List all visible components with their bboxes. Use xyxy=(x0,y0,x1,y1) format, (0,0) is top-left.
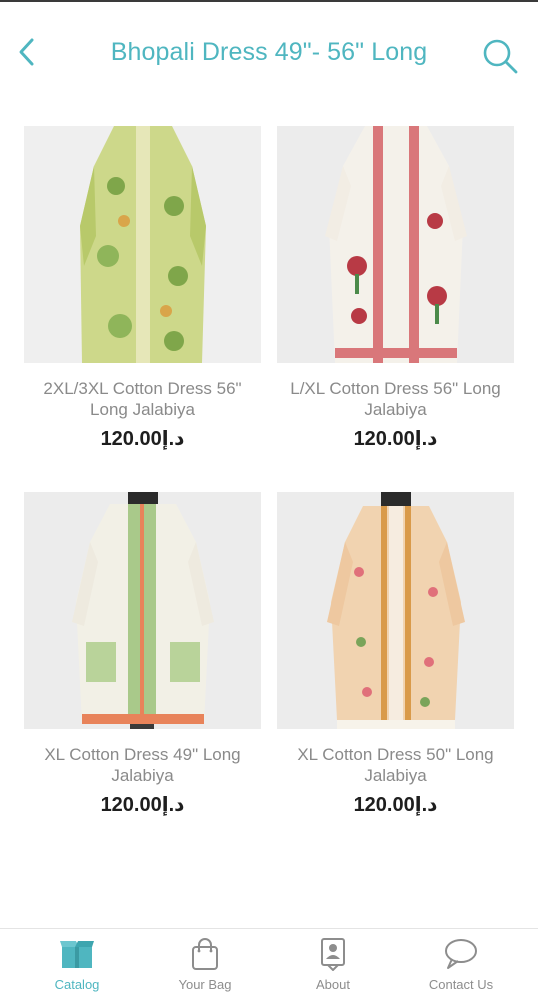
product-card[interactable]: XL Cotton Dress 50" Long Jalabiya 120.00… xyxy=(277,492,514,817)
tab-about[interactable]: About xyxy=(266,929,400,1001)
contact-card-icon xyxy=(321,938,345,971)
bottom-tab-bar: Catalog Your Bag About Contact Us xyxy=(0,928,538,1001)
tab-label: Contact Us xyxy=(428,977,494,992)
product-image[interactable] xyxy=(24,492,261,729)
product-image[interactable] xyxy=(277,492,514,729)
tab-label: Catalog xyxy=(54,977,100,992)
shopping-bag-icon xyxy=(192,938,218,970)
product-image[interactable] xyxy=(24,126,261,363)
tab-label: About xyxy=(316,977,350,992)
product-name: XL Cotton Dress 50" Long Jalabiya xyxy=(297,745,494,785)
product-name: L/XL Cotton Dress 56" Long Jalabiya xyxy=(290,379,501,419)
catalog-box-icon xyxy=(60,941,94,968)
tab-label: Your Bag xyxy=(178,977,232,992)
tab-contact-us[interactable]: Contact Us xyxy=(394,929,528,1001)
product-name: XL Cotton Dress 49" Long Jalabiya xyxy=(44,745,241,785)
chevron-left-icon xyxy=(19,38,34,66)
tab-your-bag[interactable]: Your Bag xyxy=(138,929,272,1001)
product-price: 120.00د.إ xyxy=(353,794,438,816)
peach-floral-dress-photo xyxy=(277,492,514,729)
tab-catalog[interactable]: Catalog xyxy=(10,929,144,1001)
search-icon xyxy=(483,39,518,74)
white-green-print-dress-photo xyxy=(24,492,261,729)
white-red-floral-dress-photo xyxy=(277,126,514,363)
back-button[interactable] xyxy=(10,34,46,70)
chat-bubble-icon xyxy=(445,939,477,969)
product-card[interactable]: 2XL/3XL Cotton Dress 56" Long Jalabiya 1… xyxy=(24,126,261,451)
product-price: 120.00د.إ xyxy=(353,428,438,450)
product-name: 2XL/3XL Cotton Dress 56" Long Jalabiya xyxy=(43,379,242,419)
page-title: Bhopali Dress 49"- 56" Long xyxy=(110,38,428,66)
product-card[interactable]: XL Cotton Dress 49" Long Jalabiya 120.00… xyxy=(24,492,261,817)
app-header: Bhopali Dress 49"- 56" Long xyxy=(0,2,538,102)
product-price: 120.00د.إ xyxy=(100,794,185,816)
green-paisley-dress-photo xyxy=(24,126,261,363)
product-card[interactable]: L/XL Cotton Dress 56" Long Jalabiya 120.… xyxy=(277,126,514,451)
search-button[interactable] xyxy=(480,36,520,76)
product-image[interactable] xyxy=(277,126,514,363)
product-price: 120.00د.إ xyxy=(100,428,185,450)
